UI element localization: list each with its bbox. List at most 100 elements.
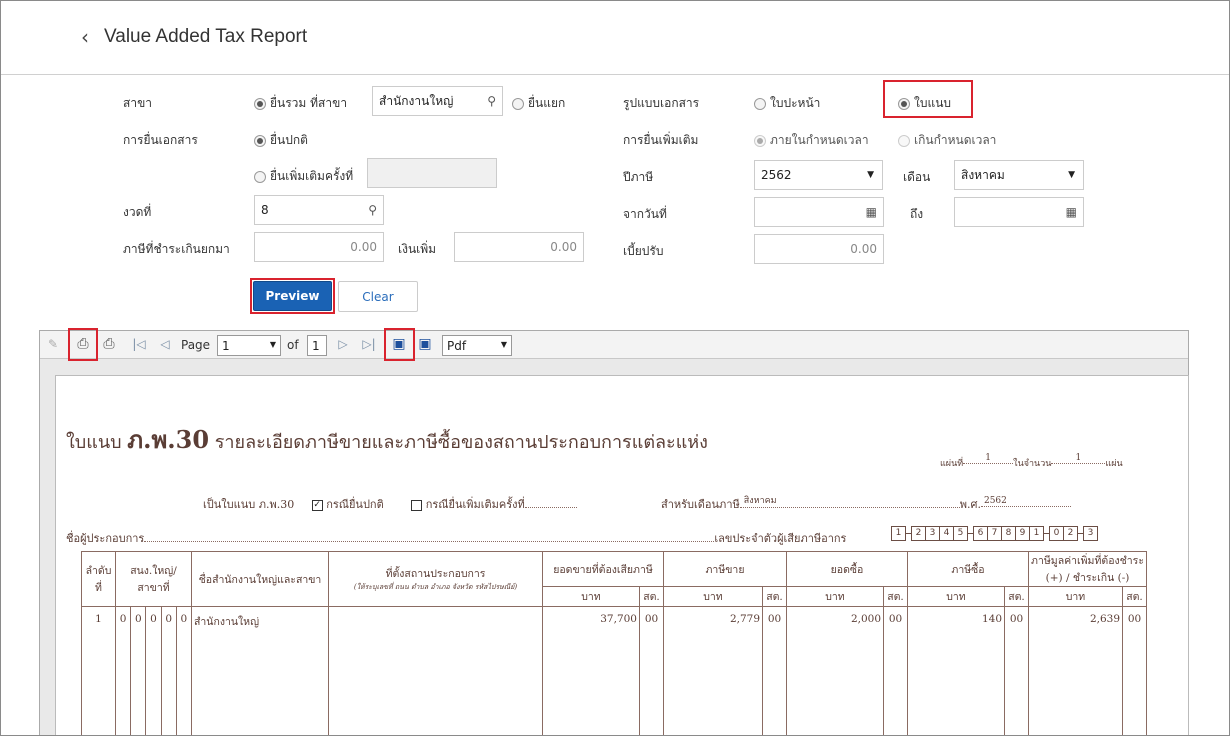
surcharge-input[interactable]: 0.00 <box>454 232 584 262</box>
sheet-info: แผ่นที่1ในจำนวน1แผ่น <box>940 453 1123 469</box>
save-icon[interactable]: ▣ <box>390 335 408 353</box>
overpaid-input[interactable]: 0.00 <box>254 232 384 262</box>
table-cell: 0 <box>145 606 162 735</box>
radio-branch-separate[interactable]: ยื่นแยก <box>512 94 565 113</box>
search-icon[interactable]: ⚲ <box>368 203 377 217</box>
period-input[interactable]: 8 ⚲ <box>254 195 384 225</box>
radio-doc-cover[interactable]: ใบปะหน้า <box>754 94 820 113</box>
prev-page-icon[interactable]: ◁ <box>156 335 174 353</box>
page-header: ‹ Value Added Tax Report <box>1 1 1229 75</box>
page-label: Page <box>181 338 211 352</box>
col-location: ที่ตั้งสถานประกอบการ (ให้ระบุเลขที่ ถนน ต… <box>328 551 543 607</box>
table-cell: 0 <box>175 606 193 735</box>
table-cell: 2,000 <box>786 606 884 735</box>
export-format-select[interactable]: Pdf ▼ <box>442 335 512 356</box>
to-date-label: ถึง <box>910 207 924 221</box>
report-page: ใบแนบ ภ.พ.30 รายละเอียดภาษีขายและภาษีซื้… <box>55 375 1189 735</box>
extra-filing-label: การยื่นเพิ่มเติม <box>623 133 699 147</box>
report-viewer: ✎ ⎙ ⎙ |◁ ◁ Page 1 ▼ of 1 ▷ ▷| ▣ ▣ Pdf ▼ ใบ… <box>39 330 1189 735</box>
tax-year-label: ปีภาษี <box>623 170 654 184</box>
tax-id-digit: 0 <box>1049 526 1064 541</box>
radio-branch-combined[interactable]: ยื่นรวม ที่สาขา <box>254 94 347 113</box>
subcol-baht: บาท <box>542 586 640 607</box>
subcol-satang: สต. <box>1122 586 1147 607</box>
table-cell: 0 <box>114 606 132 735</box>
tax-id-digit: 3 <box>925 526 940 541</box>
table-cell: 1 <box>81 606 116 735</box>
radio-filing-normal[interactable]: ยื่นปกติ <box>254 131 308 150</box>
surcharge-label: เงินเพิ่ม <box>398 242 437 256</box>
print-icon[interactable]: ⎙ <box>74 335 92 353</box>
page-select[interactable]: 1 ▼ <box>217 335 281 356</box>
col-input-tax: ภาษีซื้อ <box>907 551 1029 587</box>
attach-info: เป็นใบแนบ ภ.พ.30 ✓ กรณียื่นปกติ กรณียื่น… <box>203 495 577 513</box>
col-purchases: ยอดซื้อ <box>786 551 908 587</box>
tax-id-digit: 8 <box>1001 526 1016 541</box>
month-year-info: สำหรับเดือนภาษี สิงหาคม พ.ศ. 2562 <box>661 495 1071 513</box>
tax-id-digit: 2 <box>1063 526 1078 541</box>
col-sales: ยอดขายที่ต้องเสียภาษี <box>542 551 664 587</box>
table-row: 1 0 0 0 0 0 สำนักงานใหญ่ 37,700 00 2,779 00 2,000 00… <box>81 606 1147 735</box>
tax-id-digit: 3 <box>1083 526 1098 541</box>
month-label: เดือน <box>903 170 931 184</box>
branch-input[interactable]: สำนักงานใหญ่ ⚲ <box>372 86 503 116</box>
additional-count-input[interactable] <box>367 158 497 188</box>
operator-info: ชื่อผู้ประกอบการ เลขประจำตัวผู้เสียภาษีอา… <box>66 532 847 545</box>
overpaid-label: ภาษีที่ชำระเกินยกมา <box>123 242 230 256</box>
table-cell: 00 <box>762 606 787 735</box>
period-label: งวดที่ <box>123 205 152 219</box>
from-date-input[interactable]: ▦ <box>754 197 884 227</box>
branch-label: สาขา <box>123 96 153 110</box>
table-cell <box>328 606 543 735</box>
subcol-baht: บาท <box>786 586 884 607</box>
pencil-icon[interactable]: ✎ <box>44 335 62 353</box>
viewer-toolbar: ✎ ⎙ ⎙ |◁ ◁ Page 1 ▼ of 1 ▷ ▷| ▣ ▣ Pdf ▼ <box>40 331 1188 359</box>
total-pages: 1 <box>307 335 327 356</box>
first-page-icon[interactable]: |◁ <box>130 335 148 353</box>
tax-id-boxes: 1234567891023 <box>891 526 1098 541</box>
filing-label: การยื่นเอกสาร <box>123 133 198 147</box>
next-page-icon[interactable]: ▷ <box>334 335 352 353</box>
last-page-icon[interactable]: ▷| <box>360 335 378 353</box>
penalty-input[interactable]: 0.00 <box>754 234 884 264</box>
from-date-label: จากวันที่ <box>623 207 667 221</box>
tax-id-digit: 5 <box>953 526 968 541</box>
print-preview-icon[interactable]: ⎙ <box>100 335 118 353</box>
clear-button[interactable]: Clear <box>338 281 418 312</box>
subcol-satang: สต. <box>883 586 908 607</box>
to-date-input[interactable]: ▦ <box>954 197 1084 227</box>
check-extra <box>411 499 423 511</box>
table-cell: 2,779 <box>663 606 763 735</box>
subcol-satang: สต. <box>1004 586 1029 607</box>
table-cell: 00 <box>1122 606 1147 735</box>
col-hq: สนง.ใหญ่/สาขาที่ <box>115 551 192 607</box>
preview-button[interactable]: Preview <box>253 281 332 311</box>
month-select[interactable]: สิงหาคม <box>954 160 1084 190</box>
save-as-icon[interactable]: ▣ <box>416 335 434 353</box>
calendar-icon[interactable]: ▦ <box>1066 205 1077 219</box>
tax-year-select[interactable]: 2562 <box>754 160 883 190</box>
subcol-baht: บาท <box>1028 586 1123 607</box>
radio-extra-within[interactable]: ภายในกำหนดเวลา <box>754 131 869 150</box>
chevron-left-icon[interactable]: ‹ <box>81 25 89 49</box>
radio-doc-attach[interactable]: ใบแนบ <box>898 94 951 113</box>
table-cell: 00 <box>639 606 664 735</box>
col-no: ลำดับที่ <box>81 551 116 607</box>
doc-format-label: รูปแบบเอกสาร <box>623 96 700 110</box>
tax-id-digit: 6 <box>973 526 988 541</box>
subcol-baht: บาท <box>907 586 1005 607</box>
page-title: Value Added Tax Report <box>104 26 308 47</box>
tax-id-digit: 1 <box>1029 526 1044 541</box>
check-normal: ✓ <box>311 499 323 511</box>
radio-extra-over[interactable]: เกินกำหนดเวลา <box>898 131 996 150</box>
search-icon[interactable]: ⚲ <box>487 94 496 108</box>
tax-id-digit: 2 <box>911 526 926 541</box>
col-output-tax: ภาษีขาย <box>663 551 787 587</box>
col-vat: ภาษีมูลค่าเพิ่มที่ต้องชำระ (+) / ชำระเกิ… <box>1028 551 1147 587</box>
table-cell: 0 <box>130 606 147 735</box>
radio-filing-additional[interactable]: ยื่นเพิ่มเติมครั้งที่ <box>254 167 353 186</box>
table-cell: 37,700 <box>542 606 640 735</box>
calendar-icon[interactable]: ▦ <box>866 205 877 219</box>
tax-id-digit: 1 <box>891 526 906 541</box>
of-label: of <box>287 338 299 352</box>
